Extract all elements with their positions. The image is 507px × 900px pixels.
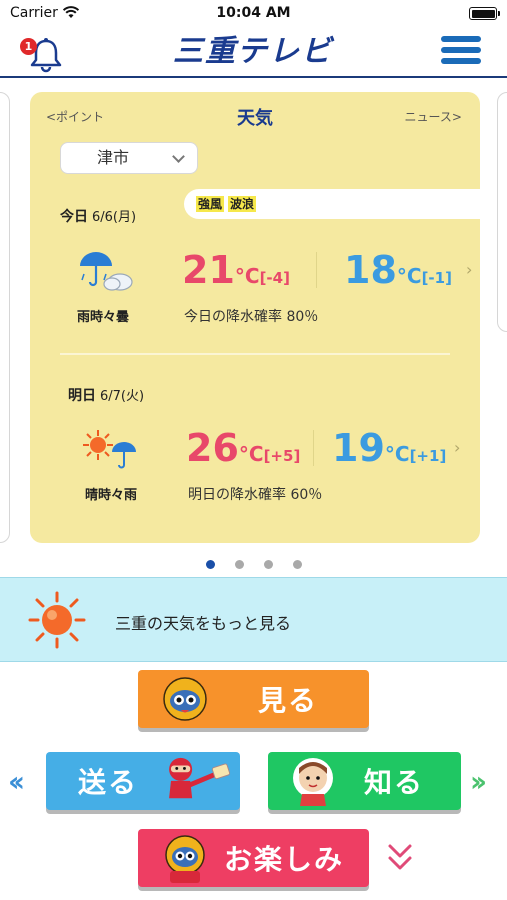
battery-icon — [469, 7, 500, 20]
sun-icon — [28, 591, 86, 649]
chevron-down-icon[interactable] — [386, 842, 414, 876]
tomorrow-date: 6/7(火) — [100, 389, 145, 404]
tomorrow-precip: 明日の降水確率 60％ — [188, 487, 323, 503]
today-precip: 今日の降水確率 80％ — [184, 309, 319, 325]
notification-badge: 1 — [20, 38, 37, 55]
next-card-link[interactable]: ニュース> — [405, 108, 462, 125]
tanoshimi-button[interactable]: お楽しみ — [138, 829, 369, 887]
today-high-diff: [-4] — [259, 269, 290, 287]
chevron-right-icon[interactable]: › — [454, 438, 460, 457]
mascot-icon — [165, 835, 205, 883]
city-select-value: 津市 — [97, 148, 130, 167]
pager-dot[interactable] — [205, 560, 215, 569]
temp-unit: °C — [234, 264, 260, 288]
shiru-button[interactable]: 知る — [268, 752, 461, 810]
miru-button[interactable]: 見る — [138, 670, 369, 728]
weather-warnings: 強風 波浪 — [184, 189, 480, 219]
okuru-button[interactable]: 送る — [46, 752, 240, 810]
today-label: 今日 6/6(月) — [60, 206, 136, 226]
tomorrow-low-temp: 19°C[+1] — [332, 426, 446, 470]
carousel-pager — [0, 554, 507, 569]
temp-unit: °C — [396, 264, 422, 288]
tomorrow-high-temp: 26°C[+5] — [186, 426, 300, 470]
tomorrow-label: 明日 6/7(火) — [68, 385, 144, 405]
today-weather-name: 雨時々曇 — [76, 310, 129, 325]
status-bar: Carrier 10:04 AM — [0, 0, 507, 28]
temp-unit: °C — [384, 442, 410, 466]
warning-badge: 強風 — [196, 196, 225, 212]
pager-dot[interactable] — [263, 560, 273, 569]
menu-icon[interactable] — [441, 36, 481, 70]
sun-rain-icon — [83, 430, 136, 469]
chevron-down-icon — [172, 150, 185, 163]
miru-label: 見る — [258, 684, 319, 717]
menu-next-arrow[interactable]: ›› — [470, 765, 487, 798]
carousel-prev-card[interactable] — [0, 92, 10, 543]
temp-divider — [313, 430, 314, 466]
today-label-text: 今日 — [60, 209, 88, 225]
city-select[interactable]: 津市 — [60, 142, 198, 174]
today-low-diff: [-1] — [421, 269, 452, 287]
tomorrow-low-diff: [+1] — [409, 447, 447, 465]
okuru-label: 送る — [78, 766, 139, 799]
app-header: 1 三重テレビ — [0, 28, 507, 78]
today-high-temp: 21°C[-4] — [182, 248, 290, 292]
more-weather-banner[interactable]: 三重の天気をもっと見る — [0, 577, 507, 662]
tomorrow-weather-name: 晴時々雨 — [84, 488, 137, 503]
tomorrow-high-value: 26 — [186, 426, 239, 470]
banner-text: 三重の天気をもっと見る — [115, 614, 292, 633]
ninja-mascot-icon — [169, 757, 231, 799]
day-divider — [60, 353, 450, 355]
temp-divider — [316, 252, 317, 288]
shiru-label: 知る — [364, 766, 425, 799]
carousel-next-card[interactable] — [497, 92, 507, 332]
girl-mascot-icon — [293, 758, 333, 806]
menu-prev-arrow[interactable]: ‹‹ — [8, 765, 25, 798]
chevron-right-icon[interactable]: › — [466, 260, 472, 279]
today-low-value: 18 — [344, 248, 397, 292]
tomorrow-label-text: 明日 — [68, 388, 96, 404]
temp-unit: °C — [238, 442, 264, 466]
rain-cloud-icon — [80, 252, 133, 291]
pager-dot[interactable] — [234, 560, 244, 569]
app-logo: 三重テレビ — [173, 34, 333, 69]
warning-badge: 波浪 — [228, 196, 257, 212]
tomorrow-low-value: 19 — [332, 426, 385, 470]
notification-button[interactable]: 1 — [20, 34, 66, 74]
weather-card: <ポイント 天気 ニュース> 津市 強風 波浪 今日 6/6(月) 雨時々曇 21°… — [30, 92, 480, 543]
tanoshimi-label: お楽しみ — [224, 843, 345, 876]
today-high-value: 21 — [182, 248, 235, 292]
tomorrow-high-diff: [+5] — [263, 447, 301, 465]
today-low-temp: 18°C[-1] — [344, 248, 452, 292]
today-date: 6/6(月) — [92, 210, 137, 225]
mascot-icon — [163, 677, 207, 721]
clock: 10:04 AM — [216, 5, 291, 21]
pager-dot[interactable] — [292, 560, 302, 569]
